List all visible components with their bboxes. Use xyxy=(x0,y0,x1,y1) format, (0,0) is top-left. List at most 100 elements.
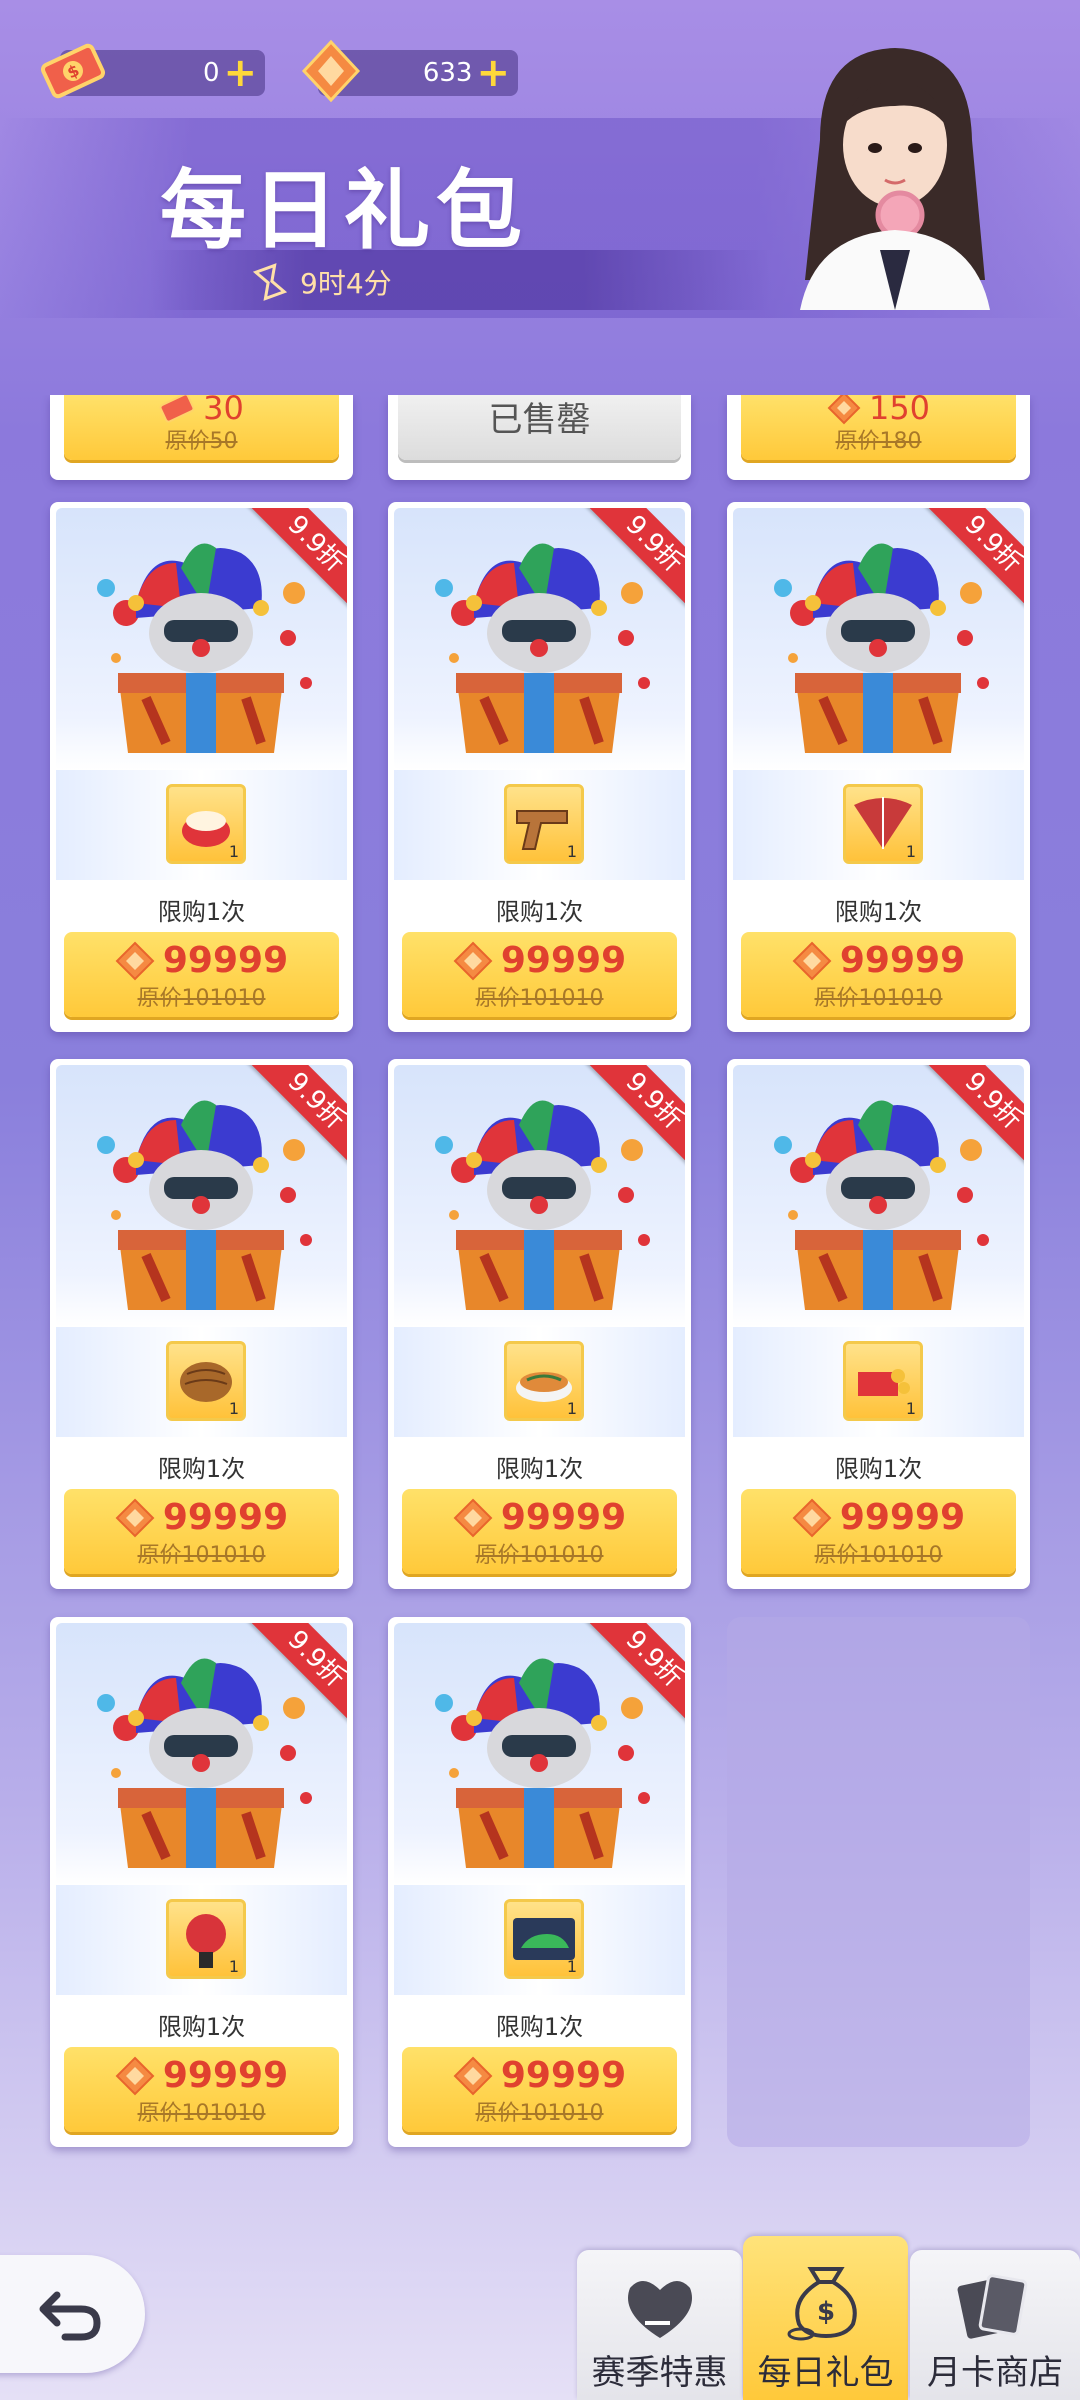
gem-icon xyxy=(453,1498,493,1537)
buy-button[interactable]: 99999 原价101010 xyxy=(402,2047,677,2132)
discount-label: 9.9折 xyxy=(243,1065,347,1167)
discount-label: 9.9折 xyxy=(581,1065,685,1167)
bowling-ball-icon[interactable]: 1 xyxy=(166,1899,246,1979)
item-quantity: 1 xyxy=(228,842,239,861)
shell-icon[interactable]: 1 xyxy=(166,1341,246,1421)
price: 99999 xyxy=(839,940,966,981)
pistol-icon[interactable]: 1 xyxy=(504,784,584,864)
rice-bowl-icon[interactable]: 1 xyxy=(166,784,246,864)
ticket-icon: $ xyxy=(40,43,106,99)
item-strip: 1 xyxy=(394,770,685,880)
heart-hand-icon xyxy=(628,2280,692,2338)
discount-label: 9.9折 xyxy=(581,1623,685,1725)
discount-ribbon: 9.9折 xyxy=(581,1623,685,1725)
buy-button[interactable]: 99999 原价101010 xyxy=(741,1489,1016,1574)
item-strip: 1 xyxy=(733,1327,1024,1437)
original-price: 原价101010 xyxy=(475,2101,604,2126)
pack-grid[interactable]: 30 原价50 已售罄 150 原价180 9.9折 1 限购1次 99999 … xyxy=(0,395,1080,2165)
car-card-icon[interactable]: 1 xyxy=(504,1899,584,1979)
countdown-timer: 9时4分 xyxy=(250,262,392,302)
item-quantity: 1 xyxy=(905,842,916,861)
gem-icon xyxy=(115,1498,155,1537)
fan-icon[interactable]: 1 xyxy=(843,784,923,864)
back-arrow-icon xyxy=(39,2291,101,2341)
item-quantity: 1 xyxy=(566,1957,577,1976)
back-button[interactable] xyxy=(0,2255,145,2373)
purchase-limit: 限购1次 xyxy=(495,1455,584,1483)
pack-card[interactable]: 9.9折 1 限购1次 99999 原价101010 xyxy=(388,1059,691,1589)
discount-ribbon: 9.9折 xyxy=(920,508,1024,610)
tab-monthly-card-shop[interactable]: 月卡商店 xyxy=(910,2250,1080,2400)
item-strip: 1 xyxy=(56,770,347,880)
original-price: 原价101010 xyxy=(475,1543,604,1568)
discount-ribbon: 9.9折 xyxy=(581,1065,685,1167)
pack-card[interactable]: 9.9折 1 限购1次 99999 原价101010 xyxy=(388,1617,691,2147)
sold-out-label: 已售罄 xyxy=(398,395,681,460)
buy-button[interactable]: 99999 原价101010 xyxy=(402,1489,677,1574)
item-quantity: 1 xyxy=(228,1957,239,1976)
gift-box-art: 9.9折 xyxy=(733,1065,1024,1327)
gem-icon xyxy=(115,2056,155,2095)
original-price: 原价101010 xyxy=(137,2101,266,2126)
item-quantity: 1 xyxy=(566,1399,577,1418)
item-quantity: 1 xyxy=(228,1399,239,1418)
pack-card[interactable]: 9.9折 1 限购1次 99999 原价101010 xyxy=(50,502,353,1032)
ticket-balance-value: 0 xyxy=(202,58,220,88)
buy-button[interactable]: 150 原价180 xyxy=(741,395,1016,460)
tab-label: 月卡商店 xyxy=(927,2353,1063,2393)
red-envelope-icon[interactable]: 1 xyxy=(843,1341,923,1421)
hourglass-icon xyxy=(252,263,288,301)
gem-balance: 633 + xyxy=(301,39,518,103)
buy-button[interactable]: 30 原价50 xyxy=(64,395,339,460)
gift-box-art: 9.9折 xyxy=(394,1623,685,1885)
pack-card-partial[interactable]: 150 原价180 xyxy=(727,395,1030,480)
purchase-limit: 限购1次 xyxy=(834,1455,923,1483)
discount-label: 9.9折 xyxy=(243,1623,347,1725)
buy-button[interactable]: 99999 原价101010 xyxy=(64,2047,339,2132)
item-strip: 1 xyxy=(56,1885,347,1995)
empty-slot xyxy=(727,1617,1030,2147)
gem-balance-value: 633 xyxy=(422,58,473,88)
price: 99999 xyxy=(500,940,627,981)
discount-ribbon: 9.9折 xyxy=(581,508,685,610)
pack-card[interactable]: 9.9折 1 限购1次 99999 原价101010 xyxy=(388,502,691,1032)
item-strip: 1 xyxy=(56,1327,347,1437)
discount-label: 9.9折 xyxy=(920,508,1024,610)
buy-button[interactable]: 99999 原价101010 xyxy=(741,932,1016,1017)
pack-card[interactable]: 9.9折 1 限购1次 99999 原价101010 xyxy=(50,1059,353,1589)
original-price: 原价50 xyxy=(165,429,238,454)
item-strip: 1 xyxy=(733,770,1024,880)
tab-season-deals[interactable]: 赛季特惠 xyxy=(577,2250,742,2400)
gift-box-art: 9.9折 xyxy=(56,1623,347,1885)
buy-button[interactable]: 99999 原价101010 xyxy=(402,932,677,1017)
pack-card[interactable]: 9.9折 1 限购1次 99999 原价101010 xyxy=(50,1617,353,2147)
gift-box-art: 9.9折 xyxy=(56,1065,347,1327)
noodle-bowl-icon[interactable]: 1 xyxy=(504,1341,584,1421)
item-strip: 1 xyxy=(394,1885,685,1995)
pack-card-partial[interactable]: 30 原价50 xyxy=(50,395,353,480)
pack-card[interactable]: 9.9折 1 限购1次 99999 原价101010 xyxy=(727,502,1030,1032)
tab-label: 每日礼包 xyxy=(757,2353,894,2393)
purchase-limit: 限购1次 xyxy=(157,2013,246,2041)
gem-icon xyxy=(115,941,155,980)
tab-daily-pack[interactable]: $ 每日礼包 xyxy=(743,2236,908,2400)
discount-ribbon: 9.9折 xyxy=(243,1623,347,1725)
pack-card-partial: 已售罄 xyxy=(388,395,691,480)
discount-label: 9.9折 xyxy=(920,1065,1024,1167)
price: 99999 xyxy=(839,1497,966,1538)
buy-button[interactable]: 99999 原价101010 xyxy=(64,932,339,1017)
timer-band xyxy=(150,250,770,310)
buy-button[interactable]: 99999 原价101010 xyxy=(64,1489,339,1574)
discount-ribbon: 9.9折 xyxy=(243,508,347,610)
ticket-icon xyxy=(159,395,195,423)
pack-card[interactable]: 9.9折 1 限购1次 99999 原价101010 xyxy=(727,1059,1030,1589)
item-quantity: 1 xyxy=(905,1399,916,1418)
add-gem-button[interactable]: + xyxy=(476,53,510,93)
page-title: 每日礼包 xyxy=(160,161,528,261)
money-bag-icon: $ xyxy=(787,2267,857,2341)
discount-label: 9.9折 xyxy=(581,508,685,610)
gem-icon xyxy=(792,1498,832,1537)
cards-icon xyxy=(957,2274,1028,2339)
add-ticket-button[interactable]: + xyxy=(223,53,257,93)
gift-box-art: 9.9折 xyxy=(394,508,685,770)
